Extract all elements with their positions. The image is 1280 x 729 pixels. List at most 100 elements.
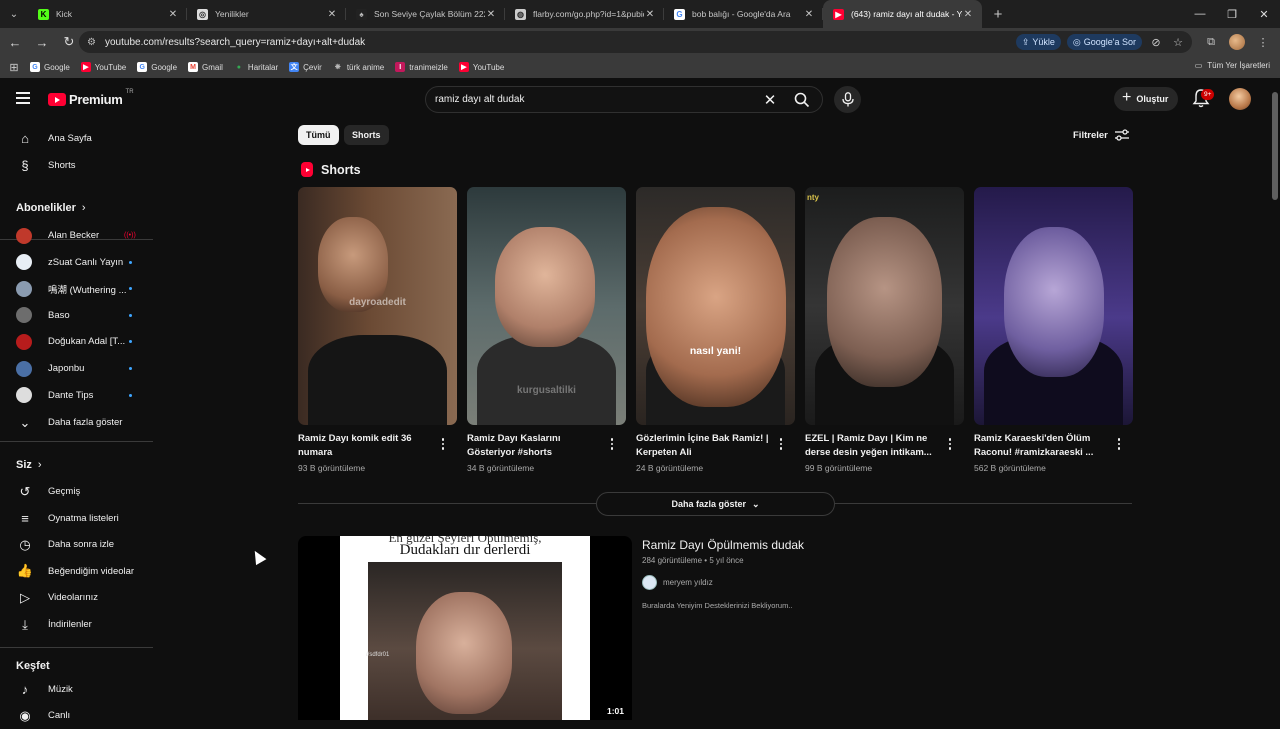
sidebar-item-history[interactable]: ↺ Geçmiş: [0, 478, 153, 505]
short-title[interactable]: Ramiz Karaeski'den Ölüm Raconu! #ramizka…: [974, 432, 1110, 460]
search-input[interactable]: ramiz dayı alt dudak: [435, 94, 758, 105]
tab-close-icon[interactable]: ✕: [326, 9, 338, 20]
browser-tab[interactable]: Gbob balığı - Google'da Ara ✕: [664, 0, 823, 28]
explore-header[interactable]: Keşfet: [16, 660, 50, 672]
browser-tab[interactable]: ◍ flarby.com/go.php?id=1&pubid ✕: [505, 0, 664, 28]
site-info-icon[interactable]: ⚙: [87, 37, 101, 48]
short-title[interactable]: Ramiz Dayı Kaslarını Gösteriyor #shorts: [467, 432, 603, 460]
forward-button[interactable]: →: [30, 30, 54, 54]
new-tab-button[interactable]: +: [986, 2, 1010, 26]
sidebar-item-live[interactable]: ◉ Canlı: [0, 702, 153, 729]
sidebar-item-playlists[interactable]: ≡ Oynatma listeleri: [0, 505, 153, 532]
sidebar-item-like[interactable]: 👍 Beğendiğim videolar: [0, 558, 153, 585]
voice-search-button[interactable]: [834, 86, 861, 113]
guide-menu-icon[interactable]: [16, 92, 30, 107]
profile-button[interactable]: [1226, 34, 1248, 50]
bookmark-item[interactable]: 文 Çevir: [289, 62, 322, 72]
reload-button[interactable]: ↻: [57, 30, 81, 54]
create-button[interactable]: + Oluştur: [1114, 87, 1179, 111]
sidebar-subscription[interactable]: Baso: [0, 302, 153, 329]
minimize-button[interactable]: —: [1184, 0, 1216, 28]
bookmark-star-icon[interactable]: ☆: [1170, 34, 1186, 50]
sidebar-subscription[interactable]: Dante Tips: [0, 382, 153, 409]
back-button[interactable]: ←: [3, 30, 27, 54]
filters-button[interactable]: Filtreler: [1073, 129, 1129, 141]
short-menu-icon[interactable]: [1113, 437, 1125, 451]
short-title[interactable]: Gözlerimin İçine Bak Ramiz! | Kerpeten A…: [636, 432, 772, 460]
sidebar-subscription[interactable]: Japonbu: [0, 355, 153, 382]
video-thumbnail[interactable]: En güzel Şeyleri Öpülmemiş, Dudakları dı…: [298, 536, 632, 720]
short-menu-icon[interactable]: [775, 437, 787, 451]
tab-search-icon[interactable]: ⌄: [0, 0, 28, 28]
browser-tab[interactable]: ♠ Son Seviye Çaylak Bölüm 222 - ✕: [346, 0, 505, 28]
upload-button[interactable]: ⇪ Yükle: [1015, 34, 1061, 50]
bookmark-item[interactable]: Itranimeizle: [395, 62, 448, 72]
video-channel[interactable]: meryem yıldız: [642, 575, 713, 590]
short-menu-icon[interactable]: [944, 437, 956, 451]
sidebar-subscription[interactable]: Doğukan Adal [T...: [0, 328, 153, 355]
bookmark-item[interactable]: G Google: [137, 62, 177, 72]
short-item[interactable]: nasıl yani! Gözlerimin İçine Bak Ramiz! |…: [636, 187, 795, 473]
sidebar-item-music[interactable]: ♪ Müzik: [0, 676, 153, 703]
short-item[interactable]: kurgusaltilki Ramiz Dayı Kaslarını Göster…: [467, 187, 626, 473]
ask-google-button[interactable]: ◎ Google'a Sor: [1066, 34, 1142, 50]
scrollbar[interactable]: [1270, 80, 1280, 720]
short-title[interactable]: Ramiz Dayı komik edit 36 numara: [298, 432, 434, 460]
tab-close-icon[interactable]: ✕: [803, 9, 815, 20]
account-avatar[interactable]: [1229, 88, 1251, 110]
sidebar-subscription[interactable]: zSuat Canlı Yayın: [0, 249, 153, 276]
tab-close-icon[interactable]: ✕: [485, 9, 497, 20]
video-menu-icon[interactable]: [1112, 536, 1124, 550]
short-thumbnail[interactable]: nasıl yani!: [636, 187, 795, 425]
short-menu-icon[interactable]: [437, 437, 449, 451]
address-bar[interactable]: ⚙ youtube.com/results?search_query=ramiz…: [79, 31, 1192, 53]
tab-close-icon[interactable]: ✕: [962, 9, 974, 20]
browser-tab[interactable]: ▶ (643) ramiz dayı alt dudak - You ✕: [823, 0, 982, 28]
bookmark-item[interactable]: ● Haritalar: [234, 62, 278, 72]
maximize-button[interactable]: ❐: [1216, 0, 1248, 28]
apps-grid-icon[interactable]: ⊞: [6, 59, 22, 75]
youtube-premium-logo[interactable]: Premium TR: [48, 89, 134, 107]
extensions-icon[interactable]: ⧉: [1200, 34, 1222, 50]
bookmark-item[interactable]: ▶ YouTube: [80, 62, 126, 72]
sidebar-item-home[interactable]: ⌂ Ana Sayfa: [0, 125, 153, 152]
sidebar-item-downloads[interactable]: ⤓ İndirilenler: [0, 611, 153, 638]
short-thumbnail[interactable]: [974, 187, 1133, 425]
bookmark-item[interactable]: ▶ YouTube: [458, 62, 504, 72]
sidebar-item-your-videos[interactable]: ▷ Videolarınız: [0, 584, 153, 611]
subscriptions-header[interactable]: Abonelikler ›: [16, 202, 86, 214]
sidebar-item-shorts[interactable]: § Shorts: [0, 152, 153, 179]
short-item[interactable]: dayroadedit Ramiz Dayı komik edit 36 numa…: [298, 187, 457, 473]
short-item[interactable]: nty EZEL | Ramiz Dayı | Kim ne derse desi…: [805, 187, 964, 473]
all-bookmarks-button[interactable]: ▭ Tüm Yer İşaretleri: [1195, 61, 1270, 70]
browser-tab[interactable]: ◎ Yenilikler ✕: [187, 0, 346, 28]
clear-search-icon[interactable]: ✕: [758, 91, 782, 109]
short-thumbnail[interactable]: kurgusaltilki: [467, 187, 626, 425]
tab-close-icon[interactable]: ✕: [167, 9, 179, 20]
browser-tab[interactable]: K Kick ✕: [28, 0, 187, 28]
sidebar-subscription[interactable]: Alan Becker ((•)): [0, 222, 153, 249]
short-menu-icon[interactable]: [606, 437, 618, 451]
short-thumbnail[interactable]: dayroadedit: [298, 187, 457, 425]
bookmark-item[interactable]: G Google: [30, 62, 70, 72]
short-item[interactable]: Ramiz Karaeski'den Ölüm Raconu! #ramizka…: [974, 187, 1133, 473]
scrollbar-thumb[interactable]: [1272, 92, 1278, 200]
bookmark-item[interactable]: M Gmail: [188, 62, 223, 72]
sidebar-show-more[interactable]: ⌄ Daha fazla göster: [0, 409, 153, 436]
video-title[interactable]: Ramiz Dayı Öpülmemis dudak: [642, 538, 804, 552]
chip-shorts[interactable]: Shorts: [344, 125, 389, 145]
short-title[interactable]: EZEL | Ramiz Dayı | Kim ne derse desin y…: [805, 432, 941, 460]
you-header[interactable]: Siz ›: [16, 459, 42, 471]
short-thumbnail[interactable]: nty: [805, 187, 964, 425]
browser-menu-icon[interactable]: ⋮: [1252, 34, 1274, 50]
sidebar-subscription[interactable]: 鳴潮 (Wuthering ...: [0, 275, 153, 302]
search-box[interactable]: ramiz dayı alt dudak ✕: [425, 86, 823, 113]
chip-all[interactable]: Tümü: [298, 125, 339, 145]
bookmark-item[interactable]: ❋ türk anime: [333, 62, 384, 72]
shorts-show-more-button[interactable]: Daha fazla göster ⌄: [596, 492, 835, 516]
sidebar-item-watch-later[interactable]: ◷ Daha sonra izle: [0, 531, 153, 558]
search-button[interactable]: [782, 87, 822, 112]
eye-off-icon[interactable]: ⊘: [1148, 34, 1164, 50]
tab-close-icon[interactable]: ✕: [644, 9, 656, 20]
close-window-button[interactable]: ✕: [1248, 0, 1280, 28]
